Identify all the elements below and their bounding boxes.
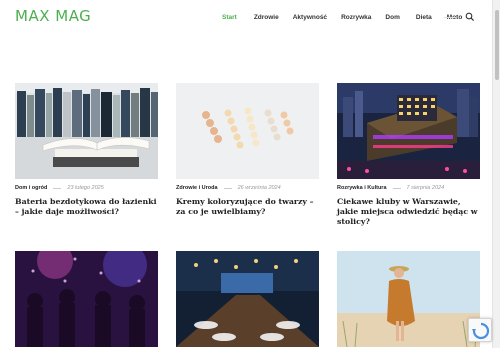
post-card: Rozrywka i Kultura 7 sierpnia 2024 Ciekaw… [337,83,480,227]
page-scrollbar[interactable] [492,0,500,348]
meta-divider [223,187,232,189]
nav-item-dieta[interactable]: Dieta [416,14,432,21]
post-image-night-city[interactable] [337,83,480,179]
post-image-cream-swatches[interactable] [176,83,319,179]
post-title[interactable]: Ciekawe kluby w Warszawie, jakie miejsca… [337,197,480,227]
search-icon[interactable] [465,12,475,22]
recaptcha-badge[interactable] [468,318,492,342]
post-card: Dom i ogród 23 lutego 2025 Bateria bezdot… [15,83,158,217]
post-date: 26 września 2024 [237,185,281,191]
post-title[interactable]: Bateria bezdotykowa do łazienki – jakie … [15,197,158,217]
post-category[interactable]: Rozrywka i Kultura [337,185,387,191]
post-date: 23 lutego 2025 [67,185,104,191]
nav-divider [444,17,456,18]
meta-divider [53,187,62,189]
meta-divider [392,187,401,189]
post-card: Zdrowie i Uroda 26 września 2024 Kremy ko… [176,83,319,217]
post-date: 7 sierpnia 2024 [406,185,445,191]
post-category[interactable]: Zdrowie i Uroda [176,185,218,191]
post-card [15,251,158,347]
nav-item-rozrywka[interactable]: Rozrywka [341,14,371,21]
post-image-banquet-hall[interactable] [176,251,319,347]
post-card [176,251,319,347]
post-category[interactable]: Dom i ogród [15,185,47,191]
scrollbar-thumb[interactable] [495,10,499,80]
nav-item-start[interactable]: Start [222,14,237,21]
nav-item-dom[interactable]: Dom [385,14,399,21]
main-nav: Start Zdrowie Aktywność Rozrywka Dom Die… [222,14,477,21]
nav-item-zdrowie[interactable]: Zdrowie [254,14,279,21]
post-image-books[interactable] [15,83,158,179]
site-header: MAX MAG Start Zdrowie Aktywność Rozrywka… [0,0,492,36]
post-title[interactable]: Kremy koloryzujące do twarzy – za co je … [176,197,319,217]
post-image-party-crowd[interactable] [15,251,158,347]
post-image-woman-beach[interactable] [337,251,480,347]
post-card [337,251,480,347]
nav-item-aktywnosc[interactable]: Aktywność [293,14,327,21]
site-logo[interactable]: MAX MAG [15,7,91,25]
